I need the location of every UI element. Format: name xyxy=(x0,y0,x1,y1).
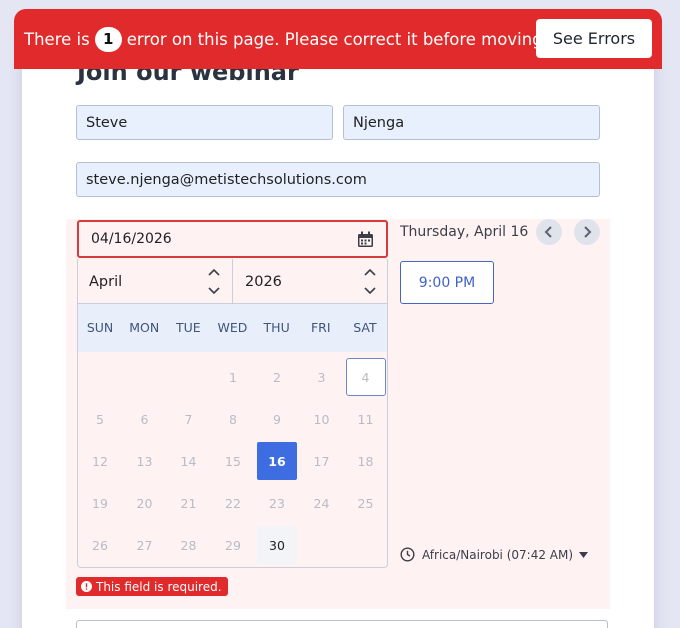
banner-text-before: There is xyxy=(24,29,90,49)
weekday-label: SUN xyxy=(86,320,114,335)
date-input[interactable]: 04/16/2026 xyxy=(77,220,388,258)
error-count-badge: 1 xyxy=(94,26,122,52)
weekday-label: TUE xyxy=(176,320,201,335)
calendar-day[interactable]: 17 xyxy=(302,442,342,480)
calendar-day[interactable]: 9 xyxy=(257,400,297,438)
field-error-message: This field is required. xyxy=(76,577,228,596)
next-day-button[interactable] xyxy=(574,219,600,245)
error-icon xyxy=(81,581,92,592)
calendar-day[interactable]: 22 xyxy=(213,484,253,522)
weekday-label: FRI xyxy=(310,320,331,335)
first-name-input[interactable]: Steve xyxy=(76,105,333,140)
calendar-day[interactable]: 29 xyxy=(213,526,253,564)
see-errors-button[interactable]: See Errors xyxy=(536,19,652,58)
calendar-day[interactable]: 19 xyxy=(80,484,120,522)
weekday-label: MON xyxy=(129,320,160,335)
calendar-day[interactable]: 5 xyxy=(80,400,120,438)
calendar-day[interactable]: 28 xyxy=(169,526,209,564)
banner-text-after: error on this page. Please correct it be… xyxy=(126,29,574,49)
prev-day-button[interactable] xyxy=(536,219,562,245)
date-input-value: 04/16/2026 xyxy=(91,231,172,247)
calendar-day[interactable]: 23 xyxy=(257,484,297,522)
clock-icon xyxy=(400,547,415,562)
time-slot-button[interactable]: 9:00 PM xyxy=(400,261,494,304)
weekday-header: SUN MON TUE WED THU FRI SAT xyxy=(78,304,387,352)
month-year-selectors: April 2026 xyxy=(78,259,387,304)
calendar-day[interactable]: 20 xyxy=(125,484,165,522)
timezone-select[interactable]: Africa/Nairobi (07:42 AM) xyxy=(400,547,589,562)
calendar-icon[interactable] xyxy=(357,231,374,248)
last-name-input[interactable]: Njenga xyxy=(343,105,600,140)
weekday-label: THU xyxy=(263,320,290,335)
calendar-day[interactable]: 27 xyxy=(125,526,165,564)
month-select[interactable]: April xyxy=(78,259,233,304)
weekday-label: WED xyxy=(217,320,248,335)
calendar-day-today[interactable]: 4 xyxy=(345,358,386,396)
calendar-day[interactable]: 8 xyxy=(213,400,253,438)
month-stepper-icon[interactable] xyxy=(208,268,220,295)
year-stepper-icon[interactable] xyxy=(364,268,376,295)
caret-down-icon xyxy=(579,551,589,558)
calendar-day[interactable]: 11 xyxy=(346,400,386,438)
email-input[interactable]: steve.njenga@metistechsolutions.com xyxy=(76,162,600,197)
calendar-popup: April 2026 SUN MON TUE WED THU FRI SAT 1… xyxy=(77,259,388,568)
calendar-day[interactable]: 1 xyxy=(213,358,253,396)
chevron-right-icon xyxy=(584,226,592,238)
calendar-day[interactable]: 21 xyxy=(169,484,209,522)
calendar-day[interactable]: 14 xyxy=(169,442,209,480)
year-select[interactable]: 2026 xyxy=(233,259,387,304)
field-error-text: This field is required. xyxy=(96,579,222,594)
weekday-label: SAT xyxy=(353,320,377,335)
calendar-day[interactable]: 25 xyxy=(346,484,386,522)
calendar-day[interactable]: 13 xyxy=(125,442,165,480)
selected-date-heading: Thursday, April 16 xyxy=(400,224,529,240)
calendar-day-available[interactable]: 30 xyxy=(257,526,297,564)
calendar-day[interactable]: 24 xyxy=(302,484,342,522)
calendar-day[interactable]: 10 xyxy=(302,400,342,438)
timezone-value: Africa/Nairobi (07:42 AM) xyxy=(422,547,574,562)
calendar-day[interactable]: 3 xyxy=(302,358,342,396)
calendar-day[interactable]: 6 xyxy=(125,400,165,438)
calendar-day[interactable]: 2 xyxy=(257,358,297,396)
calendar-day-selected[interactable]: 16 xyxy=(257,442,297,480)
chevron-left-icon xyxy=(544,226,552,238)
error-banner: There is 1 error on this page. Please co… xyxy=(14,9,662,69)
month-select-value: April xyxy=(89,273,123,290)
calendar-day[interactable]: 15 xyxy=(213,442,253,480)
calendar-day[interactable]: 18 xyxy=(346,442,386,480)
year-select-value: 2026 xyxy=(245,273,282,290)
calendar-day[interactable]: 12 xyxy=(80,442,120,480)
calendar-day[interactable]: 26 xyxy=(80,526,120,564)
next-form-field[interactable] xyxy=(76,620,608,628)
calendar-day[interactable]: 7 xyxy=(169,400,209,438)
